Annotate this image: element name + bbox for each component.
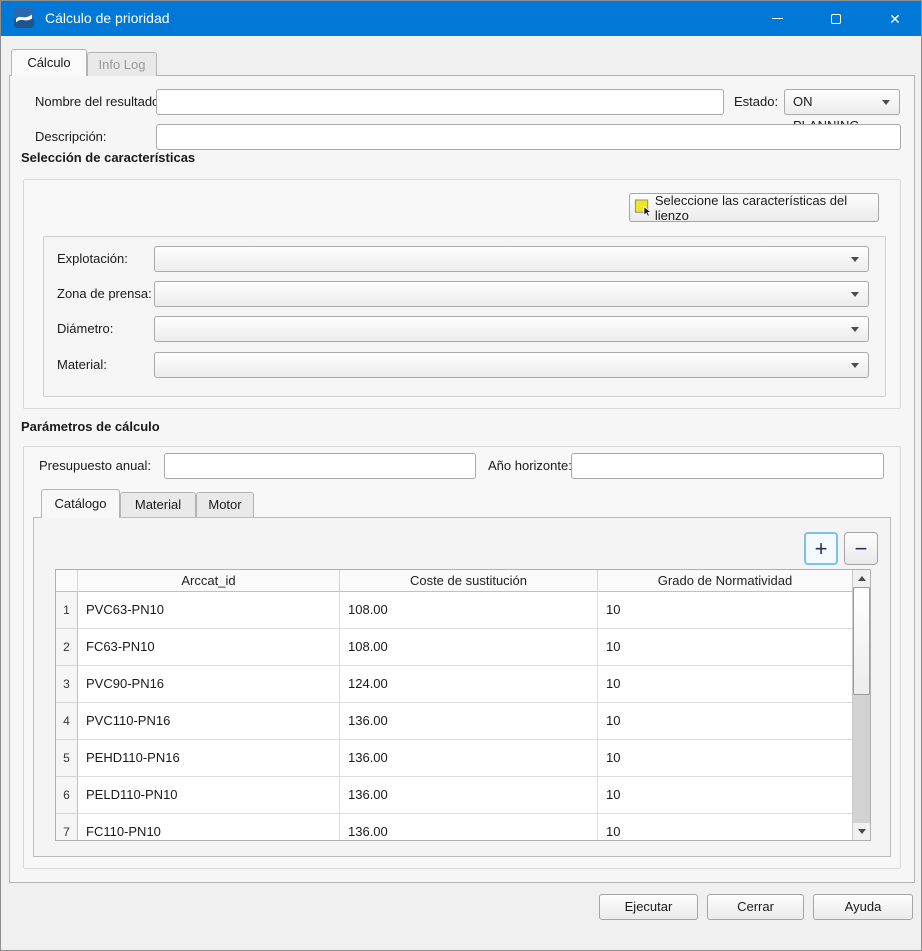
cell-grado[interactable]: 10 <box>598 592 852 629</box>
column-header-grado[interactable]: Grado de Normatividad <box>598 570 852 592</box>
description-label: Descripción: <box>35 124 107 150</box>
remove-row-button[interactable]: − <box>844 532 878 565</box>
cell-grado[interactable]: 10 <box>598 814 852 840</box>
cell-coste[interactable]: 136.00 <box>340 777 598 814</box>
seleccion-section-title: Selección de características <box>21 150 195 165</box>
cell-arccat-id[interactable]: FC63-PN10 <box>78 629 340 666</box>
table-header-row: Arccat_id Coste de sustitución Grado de … <box>56 570 852 592</box>
app-logo-icon <box>14 8 34 28</box>
tab-motor[interactable]: Motor <box>196 492 254 517</box>
tab-calculo[interactable]: Cálculo <box>11 49 87 76</box>
table-row[interactable]: 6 PELD110-PN10 136.00 10 <box>56 777 852 814</box>
row-number[interactable]: 4 <box>56 703 78 740</box>
row-number[interactable]: 1 <box>56 592 78 629</box>
cell-arccat-id[interactable]: PVC110-PN16 <box>78 703 340 740</box>
row-number[interactable]: 6 <box>56 777 78 814</box>
table-row[interactable]: 7 FC110-PN10 136.00 10 <box>56 814 852 840</box>
horizonte-label: Año horizonte: <box>488 453 572 479</box>
result-name-label: Nombre del resultado: <box>35 89 163 115</box>
column-header-arccat-id[interactable]: Arccat_id <box>78 570 340 592</box>
scrollbar-track[interactable] <box>853 587 870 823</box>
tab-material[interactable]: Material <box>120 492 196 517</box>
description-input[interactable] <box>156 124 901 150</box>
cell-grado[interactable]: 10 <box>598 703 852 740</box>
table-row[interactable]: 4 PVC110-PN16 136.00 10 <box>56 703 852 740</box>
minimize-button[interactable] <box>754 1 800 36</box>
table-row[interactable]: 1 PVC63-PN10 108.00 10 <box>56 592 852 629</box>
close-icon: ✕ <box>889 12 901 26</box>
cell-grado[interactable]: 10 <box>598 777 852 814</box>
priority-calc-dialog: Cálculo de prioridad ✕ Cálculo Info Log … <box>0 0 922 951</box>
presupuesto-input[interactable] <box>164 453 476 479</box>
add-row-button[interactable]: + <box>804 532 838 565</box>
catalog-table-body: Arccat_id Coste de sustitución Grado de … <box>56 570 852 840</box>
row-number[interactable]: 3 <box>56 666 78 703</box>
ejecutar-button[interactable]: Ejecutar <box>599 894 698 920</box>
scroll-down-button[interactable] <box>853 823 870 840</box>
zona-prensa-label: Zona de prensa: <box>57 281 152 307</box>
table-row[interactable]: 2 FC63-PN10 108.00 10 <box>56 629 852 666</box>
estado-combobox[interactable]: ON PLANNING <box>784 89 900 115</box>
row-number[interactable]: 5 <box>56 740 78 777</box>
cell-arccat-id[interactable]: PEHD110-PN16 <box>78 740 340 777</box>
estado-label: Estado: <box>734 89 778 115</box>
row-number[interactable]: 7 <box>56 814 78 840</box>
close-button[interactable]: ✕ <box>872 1 918 36</box>
parametros-section-title: Parámetros de cálculo <box>21 419 160 434</box>
window-title: Cálculo de prioridad <box>45 1 170 36</box>
cell-arccat-id[interactable]: PVC90-PN16 <box>78 666 340 703</box>
scroll-down-icon <box>858 829 866 834</box>
plus-icon: + <box>815 536 828 562</box>
zona-prensa-combobox[interactable] <box>154 281 869 307</box>
tab-catalogo[interactable]: Catálogo <box>41 489 120 518</box>
horizonte-input[interactable] <box>571 453 884 479</box>
cell-coste[interactable]: 108.00 <box>340 592 598 629</box>
explotacion-label: Explotación: <box>57 246 128 272</box>
cell-grado[interactable]: 10 <box>598 740 852 777</box>
minimize-icon <box>772 18 783 19</box>
select-canvas-features-label: Seleccione las características del lienz… <box>655 193 872 223</box>
column-header-coste[interactable]: Coste de sustitución <box>340 570 598 592</box>
catalog-table: Arccat_id Coste de sustitución Grado de … <box>55 569 871 841</box>
maximize-icon <box>831 14 841 24</box>
scroll-up-icon <box>858 576 866 581</box>
table-row[interactable]: 5 PEHD110-PN16 136.00 10 <box>56 740 852 777</box>
scrollbar-thumb[interactable] <box>853 587 870 695</box>
table-row[interactable]: 3 PVC90-PN16 124.00 10 <box>56 666 852 703</box>
cerrar-button[interactable]: Cerrar <box>707 894 804 920</box>
maximize-button[interactable] <box>813 1 859 36</box>
corner-header-cell[interactable] <box>56 570 78 592</box>
tab-info-log[interactable]: Info Log <box>87 52 157 76</box>
cell-arccat-id[interactable]: PELD110-PN10 <box>78 777 340 814</box>
ayuda-button[interactable]: Ayuda <box>813 894 913 920</box>
title-bar: Cálculo de prioridad ✕ <box>1 1 921 36</box>
cell-coste[interactable]: 108.00 <box>340 629 598 666</box>
presupuesto-label: Presupuesto anual: <box>39 453 151 479</box>
diametro-combobox[interactable] <box>154 316 869 342</box>
explotacion-combobox[interactable] <box>154 246 869 272</box>
select-canvas-features-button[interactable]: Seleccione las características del lienz… <box>629 193 879 222</box>
material-label: Material: <box>57 352 107 378</box>
table-vertical-scrollbar[interactable] <box>852 570 870 840</box>
cell-grado[interactable]: 10 <box>598 629 852 666</box>
diametro-label: Diámetro: <box>57 316 113 342</box>
row-number[interactable]: 2 <box>56 629 78 666</box>
result-name-input[interactable] <box>156 89 724 115</box>
cell-arccat-id[interactable]: PVC63-PN10 <box>78 592 340 629</box>
minus-icon: − <box>855 536 868 562</box>
select-features-icon <box>634 198 653 218</box>
cell-grado[interactable]: 10 <box>598 666 852 703</box>
cell-arccat-id[interactable]: FC110-PN10 <box>78 814 340 840</box>
cell-coste[interactable]: 136.00 <box>340 814 598 840</box>
cell-coste[interactable]: 136.00 <box>340 740 598 777</box>
cell-coste[interactable]: 124.00 <box>340 666 598 703</box>
scroll-up-button[interactable] <box>853 570 870 587</box>
cell-coste[interactable]: 136.00 <box>340 703 598 740</box>
material-combobox[interactable] <box>154 352 869 378</box>
